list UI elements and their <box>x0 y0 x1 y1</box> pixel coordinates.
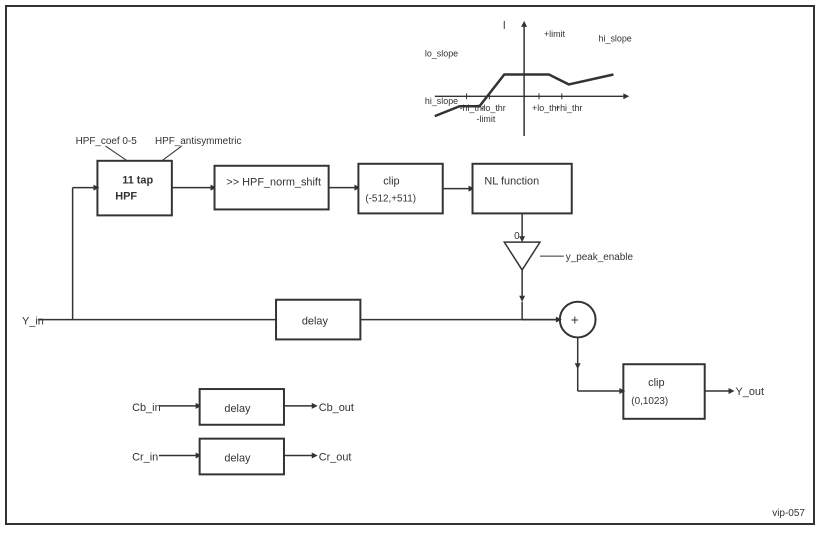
minus-limit-label: -limit <box>476 114 495 124</box>
clip1-label2: (-512,+511) <box>365 193 416 204</box>
clip2-block <box>623 364 704 419</box>
norm-shift-label: >> HPF_norm_shift <box>226 177 321 189</box>
y-in-label: Y_in <box>22 316 44 328</box>
cb-in-label: Cb_in <box>132 402 161 414</box>
y-out-label: Y_out <box>735 386 764 398</box>
minus-lo-thr-label: -lo_thr <box>480 103 505 113</box>
nl-function-label1: NL function <box>484 176 539 188</box>
clip2-label2: (0,1023) <box>631 396 668 407</box>
delay-main-label: delay <box>302 316 329 328</box>
lo-slope-label: lo_slope <box>425 49 458 59</box>
hpf-coef-label: HPF_coef 0-5 <box>76 136 138 147</box>
clip1-block <box>358 164 442 214</box>
hpf-antisymmetric-label: HPF_antisymmetric <box>155 136 241 147</box>
hi-slope-label2: hi_slope <box>425 96 458 106</box>
hi-slope-label: hi_slope <box>599 34 632 44</box>
hpf-block <box>97 161 171 216</box>
mux-block <box>504 242 540 270</box>
watermark-label: vip-057 <box>772 508 805 519</box>
plus-limit-label: +limit <box>544 29 566 39</box>
plus-hi-thr-label: +hi_thr <box>555 103 583 113</box>
clip2-label1: clip <box>648 377 664 389</box>
diagram-container: -hi_thr -lo_thr +lo_thr +hi_thr +limit -… <box>5 5 815 525</box>
hpf-label1: 11 tap <box>122 175 153 187</box>
cr-in-label: Cr_in <box>132 451 158 463</box>
cr-out-label: Cr_out <box>319 451 352 463</box>
delay-cb-label: delay <box>224 403 251 415</box>
adder-plus: + <box>571 312 579 328</box>
delay-cr-label: delay <box>224 452 251 464</box>
cb-out-label: Cb_out <box>319 402 354 414</box>
zero-label: 0 <box>514 231 520 242</box>
clip1-label1: clip <box>383 176 399 188</box>
block-diagram: -hi_thr -lo_thr +lo_thr +hi_thr +limit -… <box>7 7 813 523</box>
hpf-label2: HPF <box>115 191 137 203</box>
y-peak-enable-label: y_peak_enable <box>566 252 634 263</box>
nl-function-block <box>473 164 572 214</box>
